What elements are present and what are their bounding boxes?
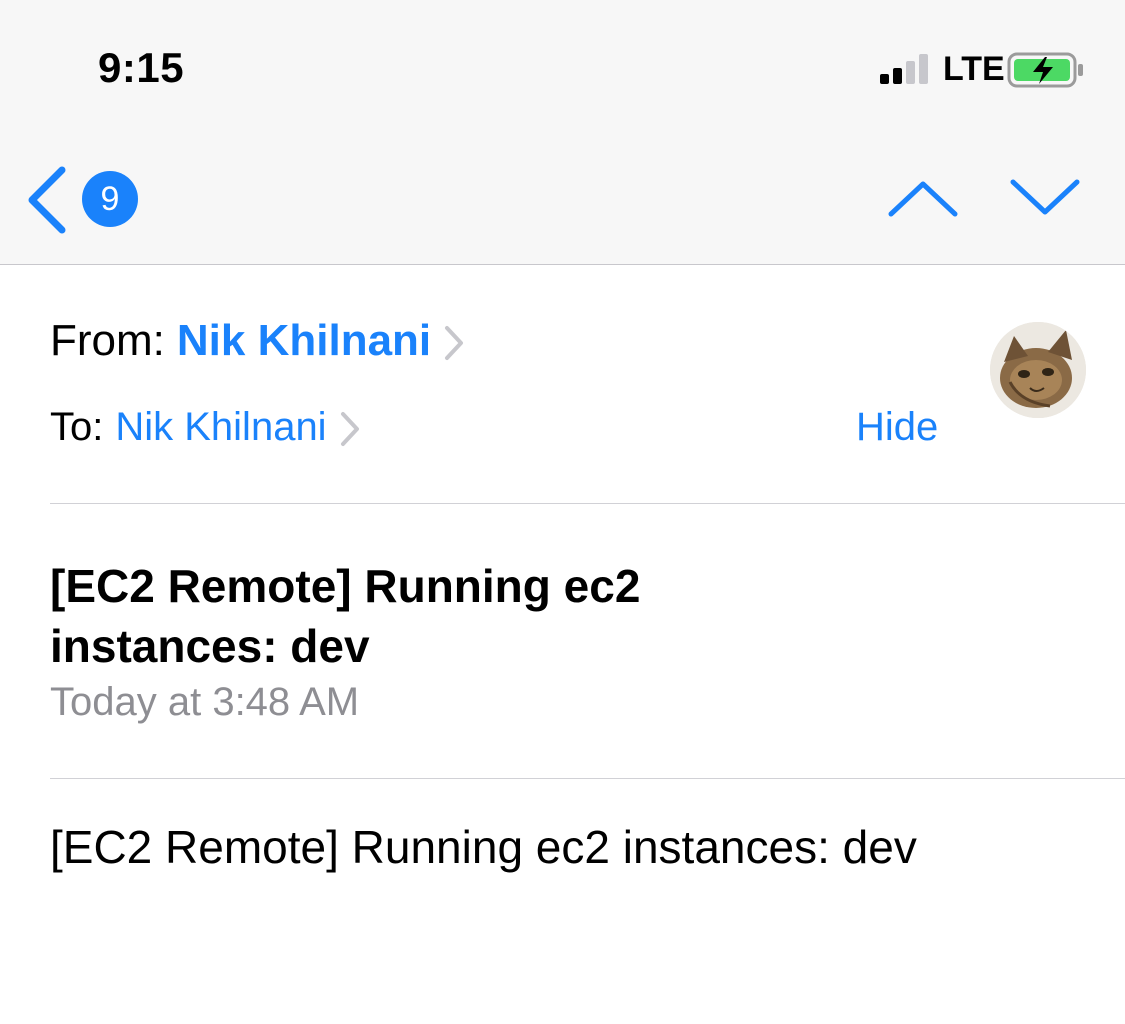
hide-details-button[interactable]: Hide (856, 405, 938, 450)
cat-avatar[interactable] (990, 322, 1086, 418)
unread-count-badge[interactable]: 9 (82, 171, 138, 227)
message-subject: [EC2 Remote] Running ec2 instances: dev (50, 560, 641, 672)
from-row: From: Nik Khilnani (50, 316, 465, 366)
top-bar: 9:15 LTE 9 (0, 0, 1125, 265)
cat-photo-icon (990, 322, 1086, 418)
from-sender-name[interactable]: Nik Khilnani (177, 316, 431, 365)
message-date: Today at 3:48 AM (50, 680, 360, 724)
chevron-down-icon[interactable] (1007, 170, 1083, 224)
signal-strength-icon (880, 54, 928, 84)
status-time: 9:15 (98, 44, 185, 91)
chevron-right-icon[interactable] (339, 410, 361, 448)
chevron-right-icon[interactable] (443, 324, 465, 362)
battery-charging-icon (1007, 52, 1083, 88)
chevron-up-icon[interactable] (885, 170, 961, 224)
from-label: From: (50, 316, 165, 365)
chevron-left-icon[interactable] (20, 160, 80, 240)
message-body: [EC2 Remote] Running ec2 instances: dev (50, 821, 917, 873)
to-recipient-name[interactable]: Nik Khilnani (115, 405, 326, 449)
network-type: LTE (943, 50, 1005, 88)
to-label: To: (50, 405, 104, 449)
header-divider (50, 503, 1125, 504)
subject-divider (50, 778, 1125, 779)
to-row: To: Nik Khilnani (50, 405, 361, 450)
